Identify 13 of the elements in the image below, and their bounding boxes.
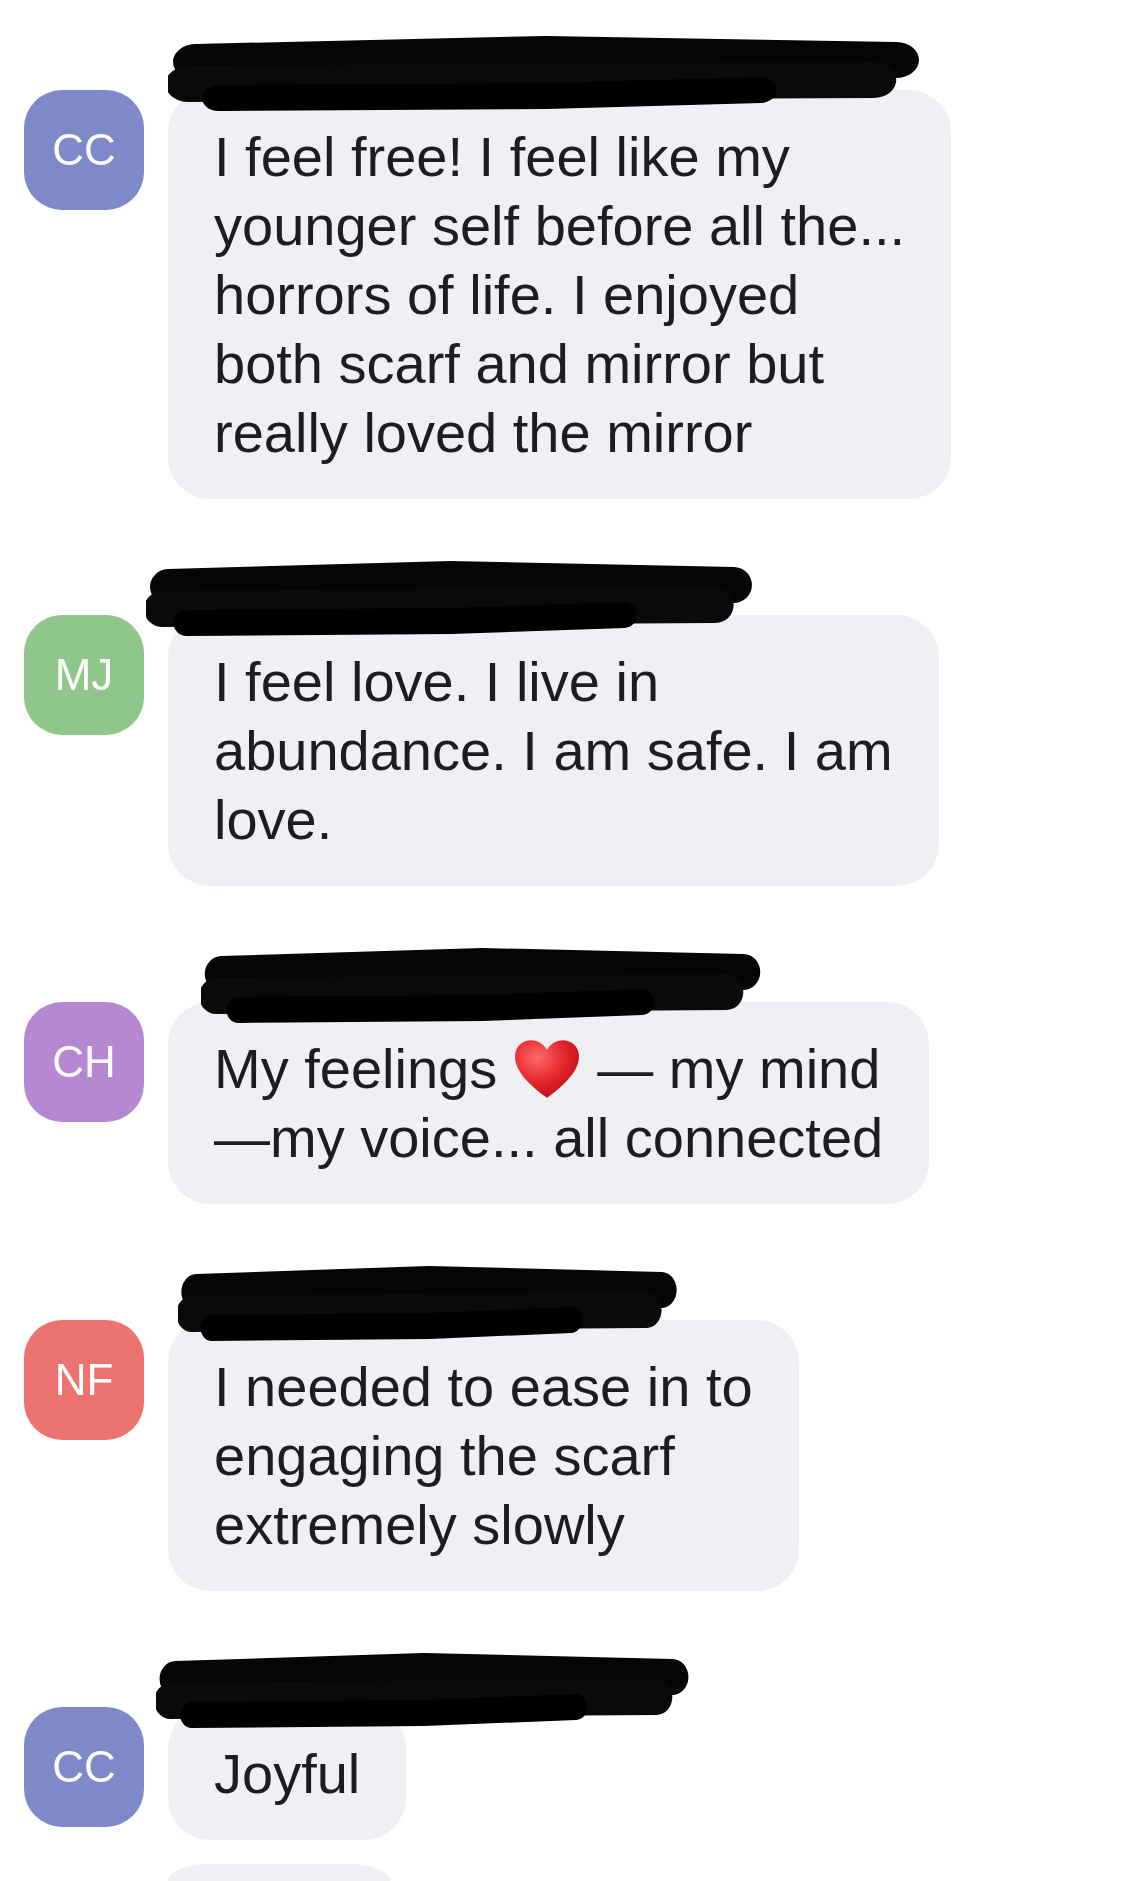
message-text: Joyful bbox=[214, 1741, 361, 1807]
message-text: I feel free! I feel like my younger self before all the... horrors of life. I enjoyed both scarf and mirror but really loved the mirror bbox=[214, 124, 906, 466]
avatar: CC bbox=[24, 1707, 144, 1827]
avatar: MJ bbox=[24, 615, 144, 735]
avatar: CH bbox=[24, 1002, 144, 1122]
message-text: I feel love. I live in abundance. I am safe. I am love. bbox=[214, 649, 893, 853]
message-text: I needed to ease in to engaging the scarf extremely slowly bbox=[214, 1354, 753, 1558]
avatar: CC bbox=[24, 90, 144, 210]
message-text: —my voice... all connected bbox=[214, 1105, 884, 1171]
avatar: NF bbox=[24, 1320, 144, 1440]
heart-icon bbox=[515, 1039, 580, 1098]
message-text: — my mind bbox=[597, 1036, 881, 1102]
message-text: My feelings bbox=[214, 1036, 498, 1102]
